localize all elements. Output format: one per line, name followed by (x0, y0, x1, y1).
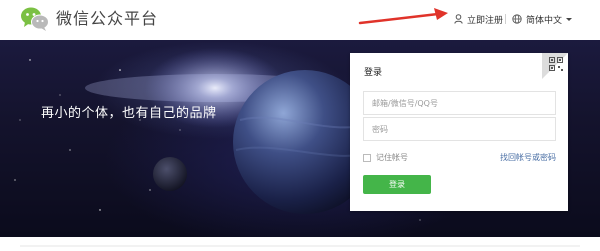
password-placeholder: 密码 (372, 125, 388, 134)
brand-title: 微信公众平台 (56, 9, 159, 28)
footer-divider (20, 245, 580, 247)
login-button[interactable]: 登录 (363, 175, 431, 194)
hero-banner: 再小的个体，也有自己的品牌 登录 邮箱/微信号/QQ号 密码 记住帐号 找回帐号… (0, 40, 600, 237)
forgot-password-link[interactable]: 找回帐号或密码 (500, 152, 556, 163)
login-panel: 登录 邮箱/微信号/QQ号 密码 记住帐号 找回帐号或密码 登录 (350, 53, 568, 211)
account-placeholder: 邮箱/微信号/QQ号 (372, 99, 438, 108)
user-icon (454, 14, 463, 24)
top-header: 微信公众平台 立即注册 简体中文 (0, 0, 600, 38)
language-label: 简体中文 (526, 15, 563, 26)
remember-label: 记住帐号 (376, 153, 408, 162)
qrcode-icon[interactable] (549, 57, 563, 71)
header-divider (505, 14, 506, 24)
password-input[interactable]: 密码 (363, 117, 556, 141)
footer-strip (0, 237, 600, 251)
language-selector[interactable]: 简体中文 (512, 10, 573, 28)
register-link[interactable]: 立即注册 (454, 10, 503, 28)
register-label: 立即注册 (467, 15, 504, 26)
red-arrow-annotation-icon (358, 8, 448, 25)
checkbox-box[interactable] (363, 153, 371, 162)
wechat-logo-icon (21, 7, 49, 31)
login-title: 登录 (364, 68, 383, 78)
banner-slogan: 再小的个体，也有自己的品牌 (41, 106, 217, 121)
globe-icon (512, 14, 522, 24)
chevron-down-icon (566, 17, 573, 21)
account-input[interactable]: 邮箱/微信号/QQ号 (363, 91, 556, 115)
remember-account-checkbox[interactable]: 记住帐号 (363, 152, 408, 163)
